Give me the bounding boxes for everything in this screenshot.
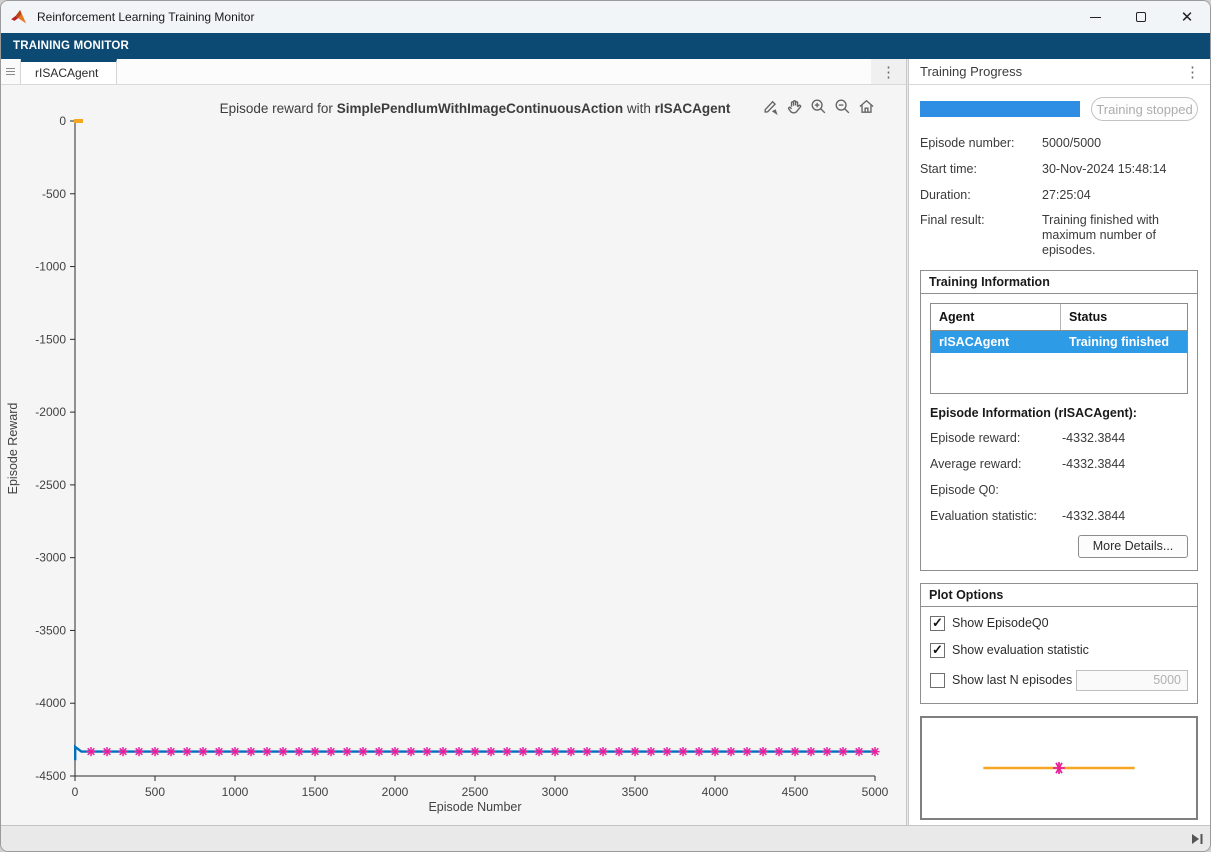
chart-pane: rISACAgent ⋮ Episode reward for SimplePe… (1, 59, 906, 825)
field-episode-reward: Episode reward: -4332.3844 (930, 430, 1126, 445)
show-episodeq0-checkbox[interactable]: ✓ (930, 615, 945, 631)
checkbox-row-last-n-episodes: ✓ Show last N episodes (930, 669, 1188, 691)
legend-preview-graphic (983, 761, 1135, 774)
svg-text:-4000: -4000 (35, 696, 66, 710)
tab-list-icon[interactable] (1, 59, 21, 84)
svg-text:5000: 5000 (862, 785, 889, 799)
checkbox-row-evaluation-statistic: ✓ Show evaluation statistic (930, 642, 1188, 658)
maximize-button[interactable] (1118, 1, 1164, 33)
svg-text:-3500: -3500 (35, 623, 66, 637)
svg-text:-2000: -2000 (35, 405, 66, 419)
training-information-section: Training Information Agent Status rISACA… (920, 269, 1198, 571)
document-tabstrip: rISACAgent ⋮ (1, 59, 906, 85)
episode-information-title: Episode Information (rISACAgent): (930, 405, 1137, 420)
svg-text:1000: 1000 (222, 785, 249, 799)
check-icon: ✓ (932, 642, 943, 657)
maximize-icon (1136, 12, 1146, 22)
progress-bar-fill (920, 101, 1080, 117)
field-episode-number: Episode number: 5000/5000 (920, 136, 1102, 150)
training-information-header: Training Information (921, 271, 1197, 294)
field-start-time: Start time: 30-Nov-2024 15:48:14 (920, 161, 1167, 176)
close-icon: ✕ (1180, 8, 1194, 26)
legend-preview (920, 715, 1198, 820)
svg-text:-1500: -1500 (35, 332, 66, 346)
expand-panel-icon[interactable] (1190, 833, 1204, 845)
svg-text:2500: 2500 (462, 785, 489, 799)
panel-menu-icon[interactable]: ⋮ (1175, 63, 1210, 81)
column-header-agent[interactable]: Agent (931, 303, 1061, 330)
training-stopped-button[interactable]: Training stopped (1091, 97, 1198, 121)
field-duration: Duration: 27:25:04 (920, 187, 1091, 202)
tabstrip-menu-icon[interactable]: ⋮ (871, 59, 906, 84)
svg-text:-3000: -3000 (35, 551, 66, 565)
column-header-status[interactable]: Status (1061, 304, 1187, 330)
table-row[interactable]: rISACAgent Training finished (931, 330, 1187, 353)
toolstrip: TRAINING MONITOR (1, 33, 1210, 59)
doc-tab-rlsacagent[interactable]: rISACAgent (21, 59, 118, 84)
svg-text:-1000: -1000 (35, 260, 66, 274)
field-evaluation-statistic: Evaluation statistic: -4332.3844 (930, 508, 1126, 523)
minimize-button[interactable] (1072, 1, 1118, 33)
svg-text:0: 0 (72, 785, 79, 799)
svg-text:0: 0 (59, 114, 66, 128)
episode-reward-plot[interactable]: 0 -500 -1000 -1500 -2000 -2500 -3000 -3500 -4000… (1, 85, 906, 827)
svg-text:3000: 3000 (542, 785, 569, 799)
checkbox-row-episodeq0: ✓ Show EpisodeQ0 (930, 615, 1188, 631)
n-episodes-input[interactable] (1076, 669, 1188, 691)
training-progress-bar (920, 101, 1080, 117)
panel-title: Training Progress (920, 64, 1023, 79)
tabstrip-filler (117, 59, 871, 84)
svg-text:4000: 4000 (702, 785, 729, 799)
field-average-reward: Average reward: -4332.3844 (930, 456, 1126, 471)
training-progress-pane: Training Progress ⋮ Training stopped Epi… (909, 59, 1210, 825)
matlab-logo-icon (11, 10, 27, 24)
svg-text:-2500: -2500 (35, 478, 66, 492)
svg-text:-500: -500 (42, 187, 66, 201)
field-episode-q0: Episode Q0: (930, 482, 999, 497)
plot-options-section: Plot Options ✓ Show EpisodeQ0 ✓ Show eva… (920, 582, 1198, 704)
agent-status-table: Agent Status rISACAgent Training finishe… (930, 302, 1188, 394)
window-title: Reinforcement Learning Training Monitor (37, 10, 255, 24)
status-bar (1, 825, 1210, 851)
more-details-button[interactable]: More Details... (1078, 534, 1188, 558)
close-button[interactable]: ✕ (1164, 1, 1210, 33)
tab-training-monitor[interactable]: TRAINING MONITOR (1, 40, 141, 52)
doc-tab-label: rISACAgent (35, 66, 99, 80)
title-bar: Reinforcement Learning Training Monitor … (1, 1, 1210, 33)
svg-text:4500: 4500 (782, 785, 809, 799)
app-window: Reinforcement Learning Training Monitor … (0, 0, 1211, 852)
plot-options-header: Plot Options (921, 584, 1197, 607)
svg-text:-4500: -4500 (35, 769, 66, 783)
chart-area: Episode reward for SimplePendlumWithImag… (1, 85, 906, 825)
minimize-icon (1089, 16, 1101, 18)
show-evaluation-statistic-checkbox[interactable]: ✓ (930, 642, 945, 658)
svg-text:2000: 2000 (382, 785, 409, 799)
svg-text:Episode Reward: Episode Reward (6, 403, 20, 495)
field-final-result: Final result: Training finished with max… (920, 213, 1159, 257)
check-icon: ✓ (932, 615, 943, 630)
table-empty-area (931, 353, 1187, 393)
show-last-n-episodes-checkbox[interactable]: ✓ (930, 672, 945, 688)
svg-text:3500: 3500 (622, 785, 649, 799)
svg-text:1500: 1500 (302, 785, 329, 799)
svg-text:Episode Number: Episode Number (428, 800, 521, 814)
svg-text:500: 500 (145, 785, 165, 799)
